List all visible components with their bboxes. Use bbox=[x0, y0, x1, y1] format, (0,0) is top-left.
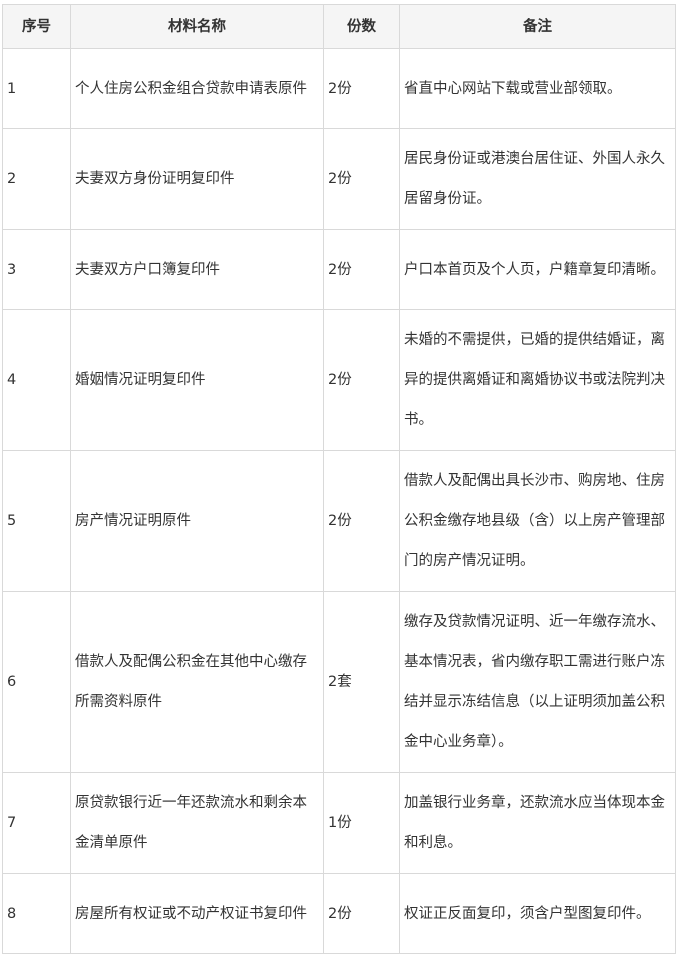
row-material-name: 房产情况证明原件 bbox=[70, 450, 324, 592]
row-note: 省直中心网站下载或营业部领取。 bbox=[399, 48, 676, 129]
table-row: 2 夫妻双方身份证明复印件 2份 居民身份证或港澳台居住证、外国人永久居留身份证… bbox=[2, 128, 676, 230]
row-copies: 2份 bbox=[323, 48, 400, 129]
row-no: 8 bbox=[2, 873, 71, 954]
row-note: 户口本首页及个人页，户籍章复印清晰。 bbox=[399, 229, 676, 310]
row-material-name: 原贷款银行近一年还款流水和剩余本金清单原件 bbox=[70, 772, 324, 874]
row-note: 未婚的不需提供，已婚的提供结婚证，离异的提供离婚证和离婚协议书或法院判决书。 bbox=[399, 309, 676, 451]
table-row: 8 房屋所有权证或不动产权证书复印件 2份 权证正反面复印，须含户型图复印件。 bbox=[2, 873, 676, 954]
row-copies: 2份 bbox=[323, 450, 400, 592]
table-row: 4 婚姻情况证明复印件 2份 未婚的不需提供，已婚的提供结婚证，离异的提供离婚证… bbox=[2, 309, 676, 451]
row-note: 居民身份证或港澳台居住证、外国人永久居留身份证。 bbox=[399, 128, 676, 230]
table-header-row: 序号 材料名称 份数 备注 bbox=[2, 4, 676, 49]
header-no: 序号 bbox=[2, 4, 71, 49]
table-row: 3 夫妻双方户口簿复印件 2份 户口本首页及个人页，户籍章复印清晰。 bbox=[2, 229, 676, 310]
row-copies: 2份 bbox=[323, 873, 400, 954]
table-row: 7 原贷款银行近一年还款流水和剩余本金清单原件 1份 加盖银行业务章，还款流水应… bbox=[2, 772, 676, 874]
header-note: 备注 bbox=[399, 4, 676, 49]
table-row: 1 个人住房公积金组合贷款申请表原件 2份 省直中心网站下载或营业部领取。 bbox=[2, 48, 676, 129]
row-no: 3 bbox=[2, 229, 71, 310]
row-no: 2 bbox=[2, 128, 71, 230]
row-no: 1 bbox=[2, 48, 71, 129]
row-copies: 2份 bbox=[323, 229, 400, 310]
row-note: 借款人及配偶出具长沙市、购房地、住房公积金缴存地县级（含）以上房产管理部门的房产… bbox=[399, 450, 676, 592]
header-copies: 份数 bbox=[323, 4, 400, 49]
row-no: 6 bbox=[2, 591, 71, 773]
row-material-name: 个人住房公积金组合贷款申请表原件 bbox=[70, 48, 324, 129]
row-no: 4 bbox=[2, 309, 71, 451]
row-no: 7 bbox=[2, 772, 71, 874]
row-copies: 2份 bbox=[323, 128, 400, 230]
row-note: 缴存及贷款情况证明、近一年缴存流水、基本情况表，省内缴存职工需进行账户冻结并显示… bbox=[399, 591, 676, 773]
row-material-name: 夫妻双方身份证明复印件 bbox=[70, 128, 324, 230]
row-material-name: 婚姻情况证明复印件 bbox=[70, 309, 324, 451]
row-copies: 2套 bbox=[323, 591, 400, 773]
materials-table: 序号 材料名称 份数 备注 1 个人住房公积金组合贷款申请表原件 2份 省直中心… bbox=[2, 4, 676, 954]
header-material-name: 材料名称 bbox=[70, 4, 324, 49]
row-copies: 2份 bbox=[323, 309, 400, 451]
row-note: 权证正反面复印，须含户型图复印件。 bbox=[399, 873, 676, 954]
row-no: 5 bbox=[2, 450, 71, 592]
table-row: 6 借款人及配偶公积金在其他中心缴存所需资料原件 2套 缴存及贷款情况证明、近一… bbox=[2, 591, 676, 773]
row-material-name: 借款人及配偶公积金在其他中心缴存所需资料原件 bbox=[70, 591, 324, 773]
table-row: 5 房产情况证明原件 2份 借款人及配偶出具长沙市、购房地、住房公积金缴存地县级… bbox=[2, 450, 676, 592]
row-material-name: 房屋所有权证或不动产权证书复印件 bbox=[70, 873, 324, 954]
row-note: 加盖银行业务章，还款流水应当体现本金和利息。 bbox=[399, 772, 676, 874]
row-material-name: 夫妻双方户口簿复印件 bbox=[70, 229, 324, 310]
row-copies: 1份 bbox=[323, 772, 400, 874]
